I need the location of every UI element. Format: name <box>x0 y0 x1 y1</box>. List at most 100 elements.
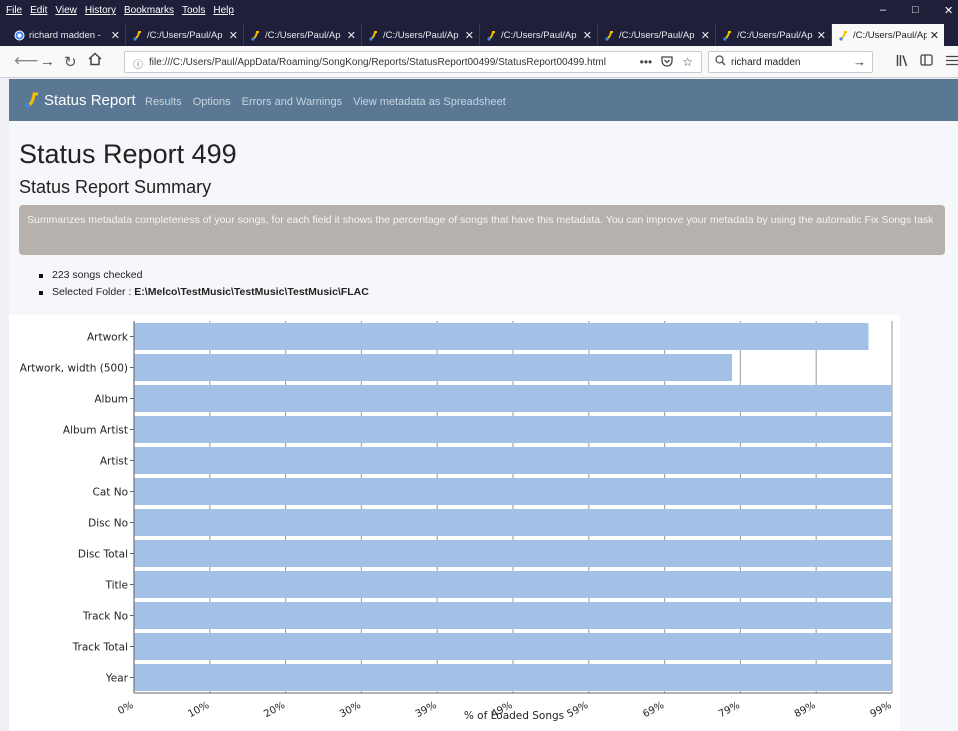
bar <box>134 354 733 381</box>
menu-tools[interactable]: Tools <box>182 5 205 16</box>
x-tick-label: 69% <box>641 700 666 720</box>
category-label: Artist <box>100 456 128 468</box>
close-window-button[interactable]: ✕ <box>944 4 953 17</box>
library-icon[interactable] <box>896 54 909 70</box>
bookmark-star-icon[interactable]: ☆ <box>682 55 693 70</box>
bar <box>134 540 892 567</box>
bar <box>134 447 892 474</box>
sidebar-icon[interactable] <box>920 54 933 69</box>
report-facts: 223 songs checked Selected Folder : E:\M… <box>39 269 369 303</box>
category-label: Title <box>104 580 128 592</box>
site-nav-links: Results Options Errors and Warnings View… <box>145 96 506 108</box>
url-bar[interactable]: ⓘ file:///C:/Users/Paul/AppData/Roaming/… <box>124 51 702 73</box>
category-label: Track Total <box>72 642 128 654</box>
tab-report[interactable]: /C:/Users/Paul/Ap ✕ <box>362 24 480 46</box>
x-tick-label: 59% <box>565 700 590 720</box>
songkong-icon <box>486 30 497 41</box>
chart-svg: Artwork Artwork, width (500) Album Album Ar… <box>20 321 894 722</box>
search-go-icon[interactable]: → <box>853 54 866 69</box>
completeness-chart: Artwork Artwork, width (500) Album Album Ar… <box>9 315 900 731</box>
minimize-button[interactable]: – <box>880 4 886 16</box>
report-page: Status Report Results Options Errors and… <box>9 79 958 731</box>
x-tick-label: 99% <box>869 700 894 720</box>
category-label: Track No <box>82 611 128 623</box>
tab-title: /C:/Users/Paul/Ap <box>383 29 459 41</box>
tab-report[interactable]: /C:/Users/Paul/Ap ✕ <box>598 24 716 46</box>
songkong-icon <box>838 30 849 41</box>
close-icon[interactable]: ✕ <box>111 29 120 42</box>
menu-history[interactable]: History <box>85 5 116 16</box>
bar <box>134 509 892 536</box>
category-label: Artwork <box>87 332 129 344</box>
bar <box>134 571 892 598</box>
brand-title[interactable]: Status Report <box>44 92 136 109</box>
category-label: Disc Total <box>78 549 128 561</box>
x-tick-label: 39% <box>414 700 439 720</box>
reload-icon[interactable]: ↻ <box>64 53 77 71</box>
home-icon[interactable] <box>88 52 102 70</box>
google-icon <box>14 30 25 41</box>
info-icon[interactable]: ⓘ <box>133 56 143 71</box>
menu-bookmarks[interactable]: Bookmarks <box>124 5 174 16</box>
browser-menubar: File Edit View History Bookmarks Tools H… <box>0 0 958 22</box>
menu-help[interactable]: Help <box>213 5 234 16</box>
tab-title: /C:/Users/Paul/Ap <box>265 29 341 41</box>
bar <box>134 633 892 660</box>
bar <box>134 385 892 412</box>
forward-icon[interactable]: → <box>40 53 55 70</box>
tab-google-search[interactable]: richard madden - ✕ <box>8 24 126 46</box>
close-icon[interactable]: ✕ <box>465 29 474 42</box>
search-box[interactable]: → <box>708 51 873 73</box>
nav-view-metadata-spreadsheet[interactable]: View metadata as Spreadsheet <box>353 96 506 108</box>
pocket-icon[interactable] <box>661 55 673 70</box>
close-icon[interactable]: ✕ <box>701 29 710 42</box>
nav-results[interactable]: Results <box>145 96 182 108</box>
songkong-icon <box>132 30 143 41</box>
menu-edit[interactable]: Edit <box>30 5 47 16</box>
menu-view[interactable]: View <box>55 5 77 16</box>
tab-report-active[interactable]: /C:/Users/Paul/Ap ✕ <box>832 24 944 46</box>
selected-folder: Selected Folder : E:\Melco\TestMusic\Tes… <box>39 286 369 298</box>
nav-options[interactable]: Options <box>193 96 231 108</box>
section-title: Status Report Summary <box>19 177 212 197</box>
tab-report[interactable]: /C:/Users/Paul/Ap ✕ <box>126 24 244 46</box>
search-input[interactable] <box>731 55 846 70</box>
close-icon[interactable]: ✕ <box>229 29 238 42</box>
page-actions-icon[interactable]: ••• <box>640 55 653 70</box>
tab-title: richard madden - <box>29 29 101 41</box>
url-text: file:///C:/Users/Paul/AppData/Roaming/So… <box>149 57 606 68</box>
close-icon[interactable]: ✕ <box>817 29 826 42</box>
tab-title: /C:/Users/Paul/Ap <box>853 29 927 41</box>
maximize-button[interactable]: □ <box>912 4 919 16</box>
category-label: Artwork, width (500) <box>20 363 128 375</box>
bar <box>134 323 869 350</box>
tab-report[interactable]: /C:/Users/Paul/Ap ✕ <box>244 24 362 46</box>
tab-strip: richard madden - ✕ /C:/Users/Paul/Ap ✕ /… <box>0 22 958 63</box>
x-tick-label: 30% <box>338 700 363 720</box>
songkong-icon <box>604 30 615 41</box>
category-label: Album <box>94 394 128 406</box>
category-label: Year <box>105 673 129 685</box>
tab-report[interactable]: /C:/Users/Paul/Ap ✕ <box>480 24 598 46</box>
x-tick-label: 0% <box>116 700 135 717</box>
close-icon[interactable]: ✕ <box>347 29 356 42</box>
back-icon[interactable]: ⟵ <box>14 51 38 71</box>
songs-checked: 223 songs checked <box>39 269 369 281</box>
tab-report[interactable]: /C:/Users/Paul/Ap ✕ <box>716 24 832 46</box>
summary-alert: Summarizes metadata completeness of your… <box>19 205 945 255</box>
bar <box>134 602 892 629</box>
category-label: Disc No <box>88 518 128 530</box>
songkong-icon <box>722 30 733 41</box>
nav-errors-and-warnings[interactable]: Errors and Warnings <box>242 96 342 108</box>
close-icon[interactable]: ✕ <box>583 29 592 42</box>
hamburger-menu-icon[interactable] <box>946 54 958 69</box>
menu-file[interactable]: File <box>6 5 22 16</box>
search-icon <box>715 55 726 69</box>
navigation-toolbar: ⟵ → ↻ ⓘ file:///C:/Users/Paul/AppData/Ro… <box>0 46 958 78</box>
x-tick-label: 79% <box>717 700 742 720</box>
page-title: Status Report 499 <box>19 139 237 169</box>
songkong-icon <box>368 30 379 41</box>
x-tick-label: 10% <box>186 700 211 720</box>
close-icon[interactable]: ✕ <box>930 29 939 42</box>
bar <box>134 664 892 691</box>
